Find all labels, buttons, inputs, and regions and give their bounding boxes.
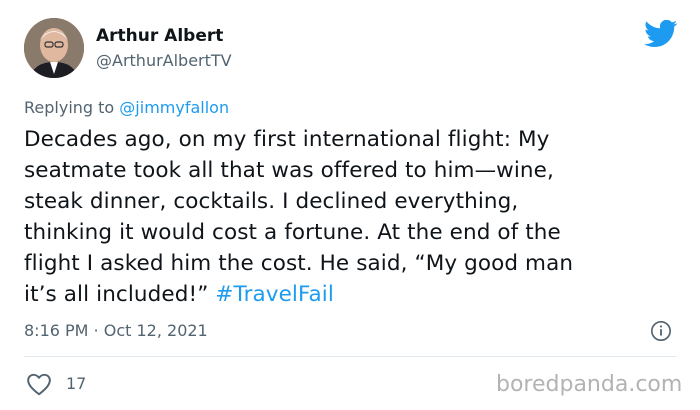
avatar-photo xyxy=(24,18,84,78)
info-icon[interactable] xyxy=(650,320,672,342)
watermark: boredpanda.com xyxy=(496,372,683,397)
tweet-timestamp[interactable]: 8:16 PM · Oct 12, 2021 xyxy=(24,321,208,341)
hashtag-link[interactable]: #TravelFail xyxy=(215,282,334,307)
heart-icon[interactable] xyxy=(26,372,52,396)
tweet-body: Decades ago, on my first international f… xyxy=(24,127,574,307)
replying-to-label: Replying to xyxy=(24,98,120,117)
author-handle[interactable]: @ArthurAlbertTV xyxy=(96,51,232,71)
replying-to: Replying to @jimmyfallon xyxy=(24,98,229,118)
like-count: 17 xyxy=(66,374,87,393)
twitter-bird-icon[interactable] xyxy=(644,20,678,48)
tweet-text: Decades ago, on my first international f… xyxy=(24,124,684,310)
divider xyxy=(24,356,676,357)
reply-mention-link[interactable]: @jimmyfallon xyxy=(119,98,229,117)
avatar[interactable] xyxy=(24,18,84,78)
author-name[interactable]: Arthur Albert xyxy=(96,25,223,47)
